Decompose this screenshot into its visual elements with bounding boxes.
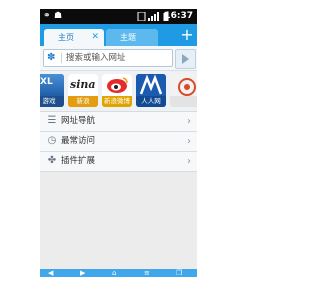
speed-dial: XL 游戏 sina 新浪 新浪微博 人人网 <box>40 71 197 112</box>
weibo-logo <box>102 74 132 96</box>
site-icon <box>178 78 196 96</box>
tab-label: 主页 <box>58 33 74 42</box>
clock-time: 16:37 <box>164 11 193 21</box>
tab-theme[interactable]: 主题 <box>106 29 158 46</box>
menu-item-navigation[interactable]: ☰ 网址导航 › <box>40 112 197 132</box>
games-logo: XL <box>40 74 64 96</box>
menu-icon[interactable]: ≡ <box>144 269 150 277</box>
puzzle-icon: ✤ <box>47 155 57 166</box>
search-input[interactable]: ✽ 搜索或输入网址 <box>43 49 173 67</box>
tab-label: 主题 <box>120 33 136 42</box>
home-icon[interactable]: ⌂ <box>112 269 116 277</box>
back-icon[interactable]: ◀ <box>48 269 53 277</box>
speed-dial-more[interactable] <box>170 74 197 107</box>
close-tab-icon[interactable]: ✕ <box>91 29 99 46</box>
search-row: ✽ 搜索或输入网址 <box>40 46 197 71</box>
speed-dial-weibo[interactable]: 新浪微博 <box>102 74 132 107</box>
tile-label: 人人网 <box>136 96 166 107</box>
speed-dial-games[interactable]: XL 游戏 <box>40 74 64 107</box>
tab-bar: 主页 ✕ 主题 + <box>40 24 197 46</box>
menu-item-label: 网址导航 <box>61 116 96 126</box>
phone-screen: ⚭ ☗ 16:37 主页 ✕ 主题 + ✽ 搜索或输入网址 XL 游戏 sina… <box>40 9 197 277</box>
chevron-right-icon: › <box>187 156 191 167</box>
speed-dial-sina[interactable]: sina 新浪 <box>68 74 98 107</box>
weibo-eye-icon <box>107 77 128 93</box>
status-bar: ⚭ ☗ 16:37 <box>40 9 197 24</box>
speed-dial-renren[interactable]: 人人网 <box>136 74 166 107</box>
menu-item-label: 插件扩展 <box>61 156 96 166</box>
paw-icon[interactable]: ✽ <box>47 51 55 65</box>
clock-icon: ◷ <box>47 135 57 146</box>
go-button[interactable] <box>175 49 196 69</box>
tile-label: 游戏 <box>40 96 64 107</box>
search-placeholder: 搜索或输入网址 <box>66 53 126 63</box>
menu-item-label: 最常访问 <box>61 136 96 146</box>
renren-logo <box>136 74 166 96</box>
divider <box>61 53 62 63</box>
chevron-right-icon: › <box>187 116 191 127</box>
bottom-toolbar: ◀ ▶ ⌂ ≡ ❐ <box>40 269 197 277</box>
chevron-right-icon: › <box>187 136 191 147</box>
tile-label <box>170 96 197 107</box>
windows-icon[interactable]: ❐ <box>176 269 182 277</box>
renren-icon <box>139 74 163 95</box>
tile-label: 新浪微博 <box>102 96 132 107</box>
tile-label: 新浪 <box>68 96 98 107</box>
navigation-icon: ☰ <box>47 115 57 126</box>
sim-icon <box>137 12 146 21</box>
site-logo <box>170 74 197 96</box>
android-icon: ☗ <box>54 11 63 21</box>
forward-icon[interactable]: ▶ <box>80 269 85 277</box>
tab-home[interactable]: 主页 ✕ <box>44 29 104 46</box>
usb-icon: ⚭ <box>43 11 51 21</box>
menu-item-plugins[interactable]: ✤ 插件扩展 › <box>40 152 197 172</box>
arrow-right-icon <box>182 54 189 64</box>
signal-icon <box>148 12 159 21</box>
menu-item-most-visited[interactable]: ◷ 最常访问 › <box>40 132 197 152</box>
plus-icon[interactable]: + <box>180 25 194 45</box>
sina-logo: sina <box>68 74 98 96</box>
